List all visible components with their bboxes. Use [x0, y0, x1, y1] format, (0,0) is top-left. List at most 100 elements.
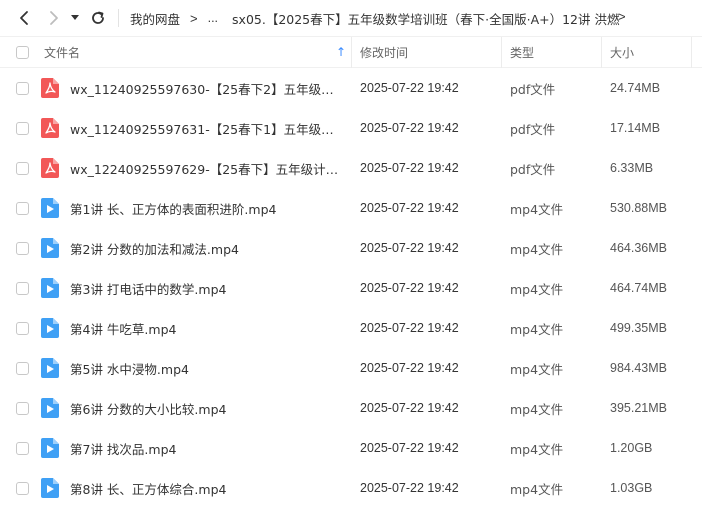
file-name[interactable]: 第7讲 找次品.mp4 [70, 428, 342, 468]
breadcrumb-current-folder[interactable]: sx05.【2025春下】五年级数学培训班（春下·全国版·A+）12讲 洪燃【9… [232, 9, 620, 28]
file-name[interactable]: 第4讲 牛吃草.mp4 [70, 308, 342, 348]
file-modified-time: 2025-07-22 19:42 [360, 361, 459, 375]
file-type: mp4文件 [510, 281, 564, 297]
sort-ascending-icon[interactable]: ↑ [336, 45, 346, 59]
file-row[interactable]: 第4讲 牛吃草.mp4 2025-07-22 19:42 mp4文件 499.3… [0, 308, 702, 348]
row-checkbox[interactable] [16, 82, 29, 95]
file-row[interactable]: wx_12240925597629-【25春下】五年级计算天天练.pdf 202… [0, 148, 702, 188]
file-modified-time: 2025-07-22 19:42 [360, 81, 459, 95]
file-name[interactable]: 第8讲 长、正方体综合.mp4 [70, 468, 342, 508]
file-size: 984.43MB [610, 361, 667, 375]
column-divider[interactable] [601, 37, 602, 68]
file-size: 1.03GB [610, 481, 653, 495]
file-name[interactable]: 第6讲 分数的大小比较.mp4 [70, 388, 342, 428]
pdf-icon [41, 158, 59, 178]
forward-icon[interactable] [44, 8, 64, 28]
file-row[interactable]: 第7讲 找次品.mp4 2025-07-22 19:42 mp4文件 1.20G… [0, 428, 702, 468]
row-checkbox[interactable] [16, 282, 29, 295]
file-type: mp4文件 [510, 481, 564, 497]
file-name[interactable]: 第3讲 打电话中的数学.mp4 [70, 268, 342, 308]
file-row[interactable]: 第3讲 打电话中的数学.mp4 2025-07-22 19:42 mp4文件 4… [0, 268, 702, 308]
file-row[interactable]: 第6讲 分数的大小比较.mp4 2025-07-22 19:42 mp4文件 3… [0, 388, 702, 428]
file-name[interactable]: wx_12240925597629-【25春下】五年级计算天天练.pdf [70, 148, 342, 188]
file-row[interactable]: 第2讲 分数的加法和减法.mp4 2025-07-22 19:42 mp4文件 … [0, 228, 702, 268]
file-type: mp4文件 [510, 401, 564, 417]
navigation-bar: 我的网盘 > ... sx05.【2025春下】五年级数学培训班（春下·全国版·… [0, 0, 702, 36]
file-type: mp4文件 [510, 361, 564, 377]
row-checkbox[interactable] [16, 362, 29, 375]
file-size: 395.21MB [610, 401, 667, 415]
row-checkbox[interactable] [16, 402, 29, 415]
file-modified-time: 2025-07-22 19:42 [360, 121, 459, 135]
file-modified-time: 2025-07-22 19:42 [360, 441, 459, 455]
file-modified-time: 2025-07-22 19:42 [360, 401, 459, 415]
video-icon [41, 398, 59, 418]
file-size: 24.74MB [610, 81, 661, 95]
video-icon [41, 358, 59, 378]
nav-divider [118, 9, 119, 27]
file-size: 464.74MB [610, 281, 667, 295]
breadcrumb-separator: > [190, 10, 198, 26]
video-icon [41, 438, 59, 458]
file-list: wx_11240925597630-【25春下2】五年级学生用书（A+）.pdf… [0, 68, 702, 508]
refresh-icon[interactable] [88, 8, 108, 28]
file-modified-time: 2025-07-22 19:42 [360, 241, 459, 255]
file-name[interactable]: wx_11240925597630-【25春下2】五年级学生用书（A+）.pdf [70, 68, 342, 108]
row-checkbox[interactable] [16, 122, 29, 135]
file-type: pdf文件 [510, 121, 556, 137]
row-checkbox[interactable] [16, 482, 29, 495]
video-icon [41, 318, 59, 338]
file-type: pdf文件 [510, 161, 556, 177]
file-name[interactable]: 第2讲 分数的加法和减法.mp4 [70, 228, 342, 268]
file-size: 6.33MB [610, 161, 654, 175]
file-row[interactable]: 第1讲 长、正方体的表面积进阶.mp4 2025-07-22 19:42 mp4… [0, 188, 702, 228]
video-icon [41, 238, 59, 258]
pdf-icon [41, 118, 59, 138]
file-size: 17.14MB [610, 121, 661, 135]
video-icon [41, 478, 59, 498]
file-name[interactable]: 第5讲 水中浸物.mp4 [70, 348, 342, 388]
breadcrumb-more-icon[interactable]: > [618, 9, 626, 24]
row-checkbox[interactable] [16, 202, 29, 215]
file-name[interactable]: wx_11240925597631-【25春下1】五年级学生用书（A+）.pdf [70, 108, 342, 148]
file-name[interactable]: 第1讲 长、正方体的表面积进阶.mp4 [70, 188, 342, 228]
column-divider[interactable] [691, 37, 692, 68]
file-type: mp4文件 [510, 441, 564, 457]
column-divider[interactable] [351, 37, 352, 68]
pdf-icon [41, 78, 59, 98]
file-row[interactable]: wx_11240925597631-【25春下1】五年级学生用书（A+）.pdf… [0, 108, 702, 148]
row-checkbox[interactable] [16, 242, 29, 255]
column-header-modified[interactable]: 修改时间 [360, 37, 408, 68]
breadcrumb-ellipsis[interactable]: ... [208, 11, 218, 25]
select-all-checkbox[interactable] [16, 46, 29, 59]
file-size: 499.35MB [610, 321, 667, 335]
file-type: pdf文件 [510, 81, 556, 97]
column-header-name[interactable]: 文件名 [44, 37, 80, 68]
back-icon[interactable] [14, 8, 34, 28]
column-divider[interactable] [501, 37, 502, 68]
row-checkbox[interactable] [16, 442, 29, 455]
file-size: 1.20GB [610, 441, 653, 455]
row-checkbox[interactable] [16, 322, 29, 335]
row-checkbox[interactable] [16, 162, 29, 175]
file-type: mp4文件 [510, 321, 564, 337]
breadcrumb: 我的网盘 > ... sx05.【2025春下】五年级数学培训班（春下·全国版·… [130, 0, 620, 36]
file-modified-time: 2025-07-22 19:42 [360, 281, 459, 295]
file-row[interactable]: wx_11240925597630-【25春下2】五年级学生用书（A+）.pdf… [0, 68, 702, 108]
file-type: mp4文件 [510, 201, 564, 217]
column-header-type[interactable]: 类型 [510, 37, 534, 68]
video-icon [41, 198, 59, 218]
breadcrumb-root[interactable]: 我的网盘 [130, 9, 180, 28]
file-size: 464.36MB [610, 241, 667, 255]
file-row[interactable]: 第5讲 水中浸物.mp4 2025-07-22 19:42 mp4文件 984.… [0, 348, 702, 388]
file-type: mp4文件 [510, 241, 564, 257]
history-dropdown-icon[interactable] [68, 8, 82, 28]
file-size: 530.88MB [610, 201, 667, 215]
file-modified-time: 2025-07-22 19:42 [360, 161, 459, 175]
file-modified-time: 2025-07-22 19:42 [360, 481, 459, 495]
video-icon [41, 278, 59, 298]
file-modified-time: 2025-07-22 19:42 [360, 321, 459, 335]
file-row[interactable]: 第8讲 长、正方体综合.mp4 2025-07-22 19:42 mp4文件 1… [0, 468, 702, 508]
file-list-header: 文件名 ↑ 修改时间 类型 大小 [0, 36, 702, 68]
column-header-size[interactable]: 大小 [610, 37, 634, 68]
